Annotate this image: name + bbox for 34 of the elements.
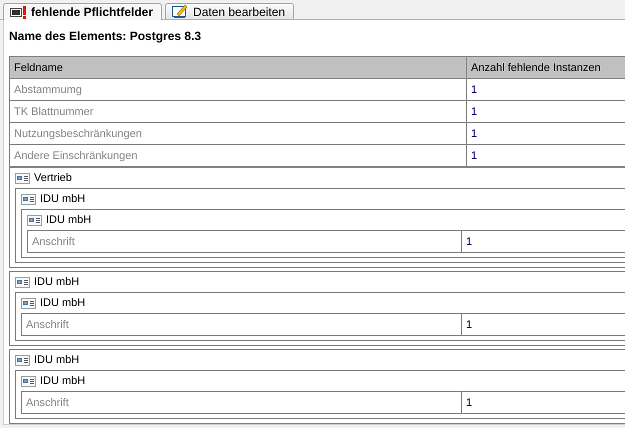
field-name-cell: Nutzungsbeschränkungen — [10, 123, 467, 145]
count-cell: 1 — [462, 231, 625, 253]
count-cell: 1 — [467, 145, 625, 167]
card-icon — [15, 276, 30, 288]
group-label: IDU mbH — [40, 375, 86, 387]
card-icon — [21, 298, 36, 308]
group-label: IDU mbH — [34, 354, 80, 366]
card-icon — [15, 172, 30, 184]
column-header: Feldname — [10, 57, 467, 79]
count-cell: 1 — [467, 79, 625, 101]
group-label: IDU mbH — [40, 193, 86, 205]
field-name-cell: Abstammumg — [10, 79, 467, 101]
field-name-cell: Andere Einschränkungen — [10, 145, 467, 167]
tab[interactable]: fehlende Pflichtfelder — [3, 3, 162, 20]
edit-icon — [172, 4, 190, 19]
tab[interactable]: Daten bearbeiten — [165, 3, 294, 19]
field-name-cell: TK Blattnummer — [10, 101, 467, 123]
count-cell: 1 — [462, 392, 625, 414]
card-icon — [21, 194, 36, 204]
column-header: Anzahl fehlende Instanzen — [467, 57, 625, 79]
card-icon — [15, 354, 30, 366]
group-label: IDU mbH — [40, 297, 86, 309]
count-cell: 1 — [467, 123, 625, 145]
group-label: IDU mbH — [34, 276, 80, 288]
field-name-cell: Anschrift — [22, 392, 462, 414]
field-name-cell: Anschrift — [22, 314, 462, 336]
card-icon — [21, 376, 36, 386]
card-icon — [27, 214, 42, 226]
group-label: IDU mbH — [46, 214, 92, 226]
count-cell: 1 — [462, 314, 625, 336]
group-label: Vertrieb — [34, 172, 72, 184]
field-name-cell: Anschrift — [28, 231, 462, 253]
element-heading: Name des Elements: Postgres 8.3 — [9, 28, 202, 45]
count-cell: 1 — [467, 101, 625, 123]
